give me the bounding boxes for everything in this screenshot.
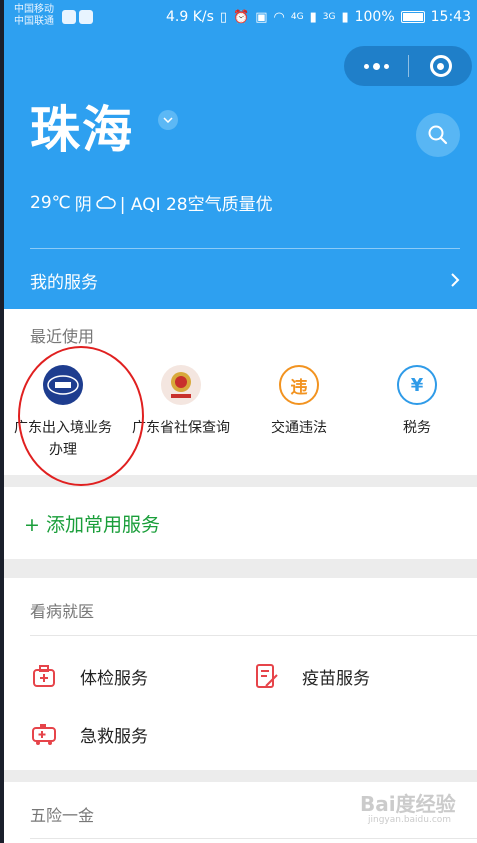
temperature: 29℃ (30, 192, 71, 213)
watermark-logo: Bai度经验 (360, 792, 456, 816)
status-bar: 中国移动 中国联通 4.9 K/s ▯ ⏰ ▣ ◠ 4G ▮ 3G ▮ 100%… (4, 0, 477, 36)
signal-4g-icon: 4G (290, 12, 304, 22)
search-button[interactable] (416, 113, 460, 157)
section-divider (30, 838, 477, 839)
vaccine-icon (256, 664, 278, 688)
health-title: 看病就医 (30, 602, 95, 621)
app-notification-icon (62, 10, 76, 24)
battery-icon (400, 11, 425, 23)
recent-item-label: 交通违法 (271, 420, 327, 436)
chevron-right-icon (451, 273, 460, 287)
weather-condition: 阴 (74, 195, 92, 215)
recent-item-traffic[interactable]: 违 交通违法 (240, 365, 358, 461)
recent-title: 最近使用 (30, 327, 95, 346)
hd-icon: ▣ (255, 9, 268, 25)
left-edge-strip (0, 0, 4, 843)
carrier-1: 中国移动 (14, 4, 54, 15)
close-miniprogram-button[interactable] (409, 46, 472, 86)
battery-percent: 100% (354, 9, 395, 25)
header-panel: 中国移动 中国联通 4.9 K/s ▯ ⏰ ▣ ◠ 4G ▮ 3G ▮ 100%… (4, 0, 477, 309)
aqi-text: | AQI 28空气质量优 (119, 195, 273, 215)
my-services-label: 我的服务 (30, 272, 98, 293)
network-speed: 4.9 K/s (166, 9, 214, 25)
checkup-icon (33, 665, 55, 687)
city-name[interactable]: 珠海 (30, 100, 134, 160)
header-divider (30, 248, 460, 249)
miniprogram-capsule (344, 46, 472, 86)
wifi-icon: ◠ (273, 9, 285, 25)
section-divider (30, 635, 477, 636)
weather-info: 29℃ 阴 | AQI 28空气质量优 (30, 190, 273, 216)
health-item-label: 急救服务 (80, 726, 148, 747)
health-item-vaccine[interactable]: 疫苗服务 (252, 662, 370, 690)
annotation-circle (18, 346, 144, 486)
search-icon (428, 125, 448, 145)
carrier-names: 中国移动 中国联通 (14, 4, 54, 28)
target-circle-icon (429, 55, 452, 77)
recent-item-label: 税务 (403, 420, 431, 436)
cloud-icon (95, 195, 116, 209)
alarm-icon: ⏰ (233, 9, 250, 25)
health-item-label: 体检服务 (80, 668, 148, 689)
health-item-label: 疫苗服务 (302, 668, 370, 689)
signal-icon: ▮ (341, 9, 349, 25)
recent-item-label: 广东省社保查询 (132, 420, 230, 436)
status-right: 4.9 K/s ▯ ⏰ ▣ ◠ 4G ▮ 3G ▮ 100% 15:43 (166, 9, 471, 25)
dot-icon (372, 62, 380, 70)
vibrate-icon: ▯ (219, 9, 228, 25)
clock: 15:43 (430, 9, 471, 25)
health-item-ambulance[interactable]: 急救服务 (30, 720, 148, 748)
app-notification-icon (79, 10, 93, 24)
my-services-row[interactable]: 我的服务 (30, 262, 460, 298)
more-menu-button[interactable] (344, 46, 408, 86)
signal-icon: ▮ (309, 9, 317, 25)
dot-icon (363, 63, 369, 69)
carrier-2: 中国联通 (14, 16, 54, 27)
social-security-emblem-icon (161, 365, 201, 405)
insurance-title: 五险一金 (30, 806, 95, 825)
chevron-down-icon[interactable] (158, 110, 178, 130)
tax-icon: ¥ (397, 365, 437, 405)
traffic-violation-icon: 违 (279, 365, 319, 405)
ambulance-icon (32, 724, 56, 745)
health-panel: 看病就医 体检服务 疫苗服务 急救服务 (4, 578, 477, 770)
signal-3g-icon: 3G (322, 12, 336, 22)
add-service-button[interactable]: + 添加常用服务 (4, 487, 477, 559)
watermark-url: jingyan.baidu.com (368, 815, 452, 825)
notification-icons (62, 10, 93, 24)
health-item-checkup[interactable]: 体检服务 (30, 662, 148, 690)
recent-item-tax[interactable]: ¥ 税务 (358, 365, 476, 461)
dot-icon (383, 63, 389, 69)
